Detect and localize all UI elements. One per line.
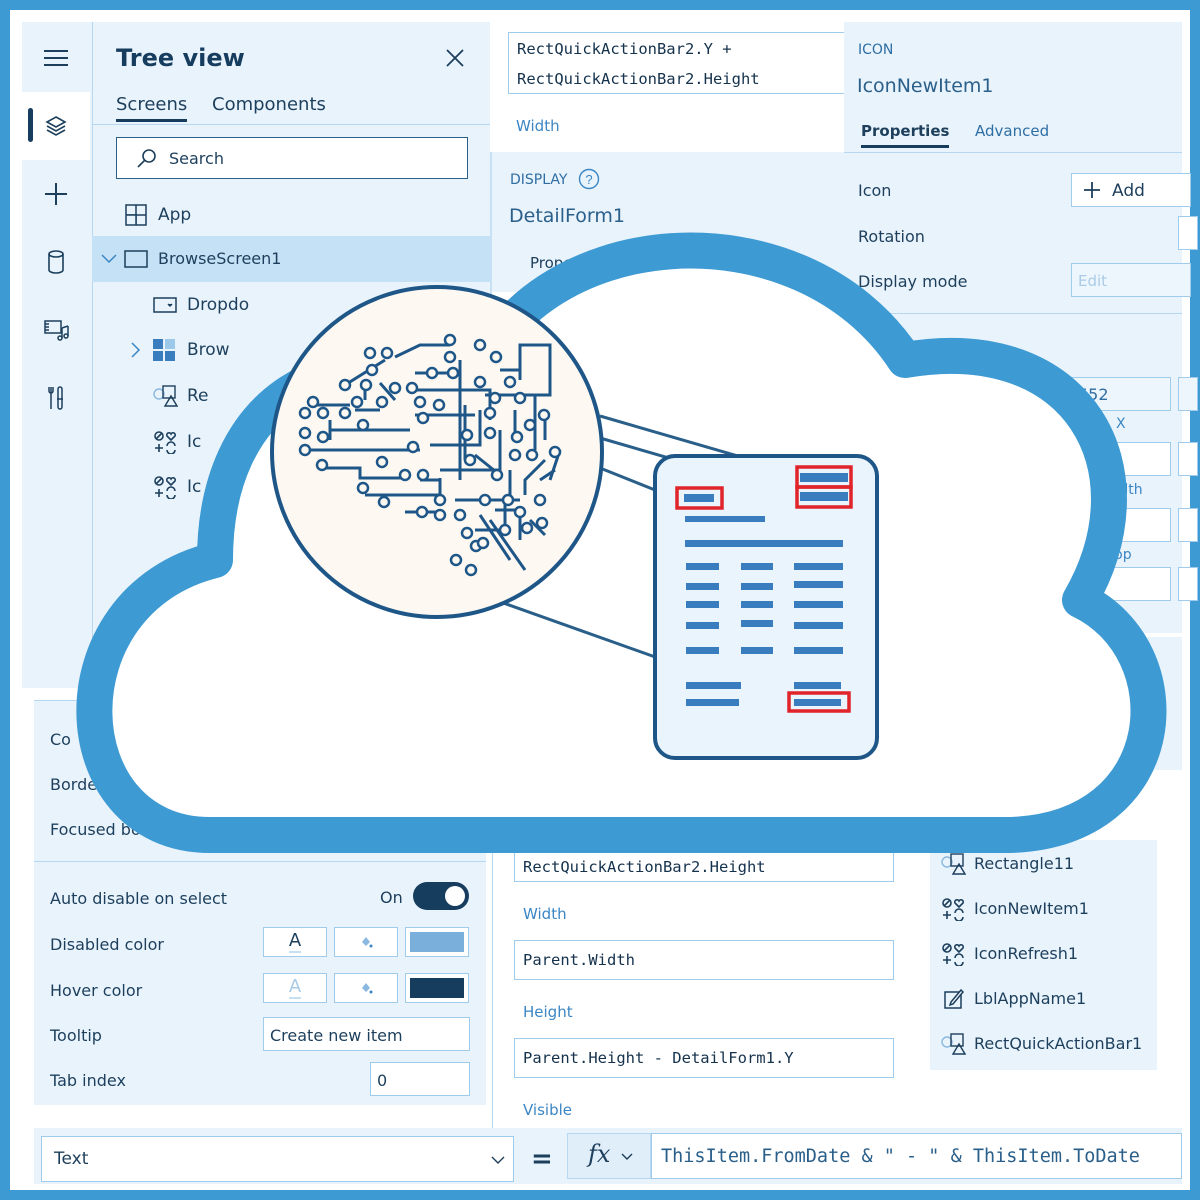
cloud-shape bbox=[76, 232, 1167, 853]
cloud-ai-illustration bbox=[76, 232, 1167, 853]
